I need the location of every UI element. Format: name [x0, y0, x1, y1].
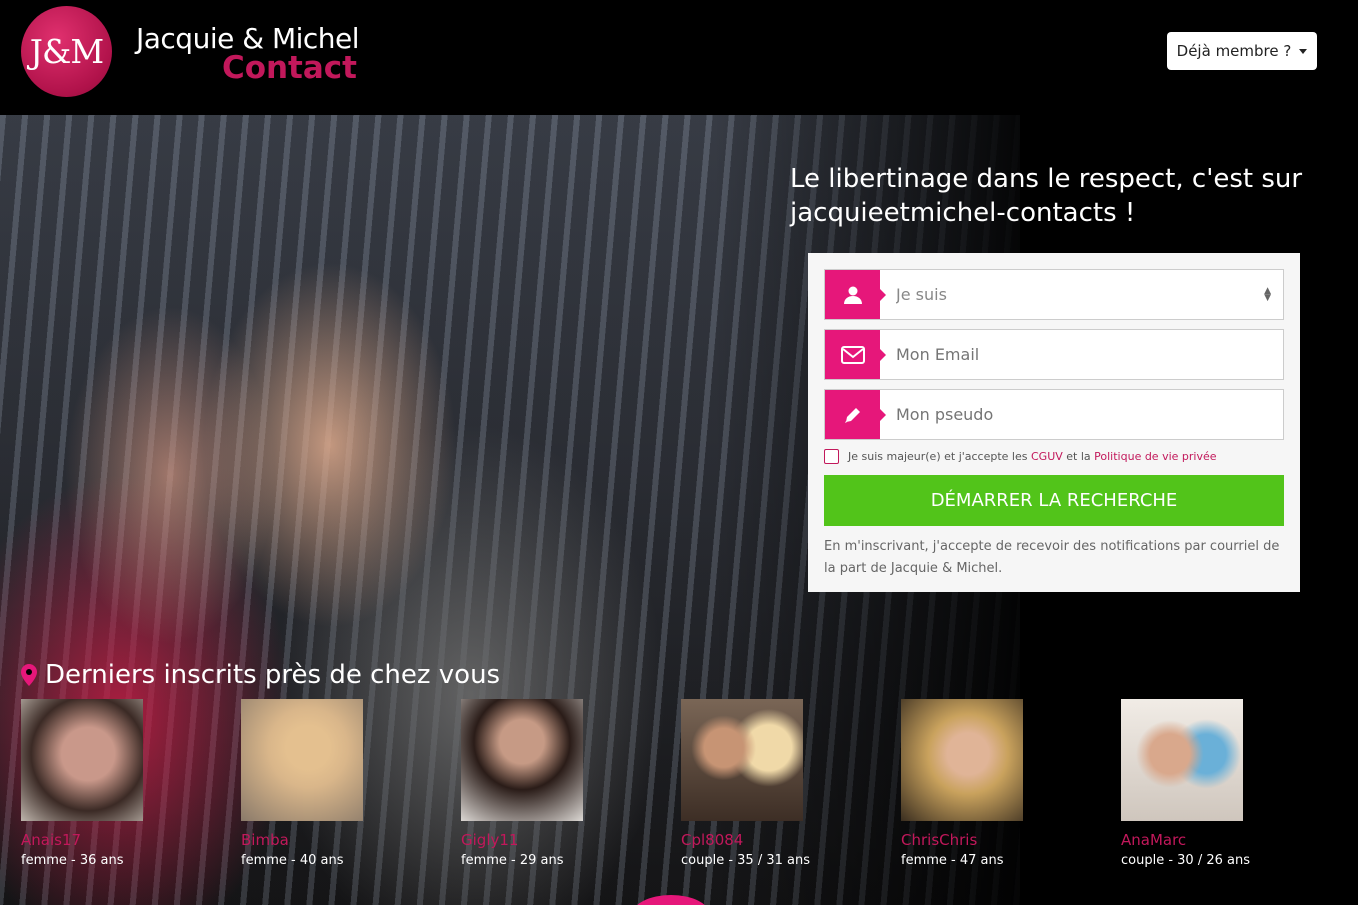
member-info: femme - 40 ans — [241, 853, 344, 868]
notification-notice: En m'inscrivant, j'accepte de recevoir d… — [824, 539, 1280, 576]
hero-section: Le libertinage dans le respect, c'est su… — [0, 115, 1358, 905]
pencil-icon — [825, 390, 886, 439]
cguv-link[interactable]: CGUV — [1031, 450, 1063, 463]
signup-form: Je suis ▲▼ Je suis majeur(e) et j'accept… — [808, 253, 1300, 592]
member-info: couple - 30 / 26 ans — [1121, 853, 1250, 868]
member-card[interactable]: ChrisChris femme - 47 ans — [901, 699, 1041, 868]
site-header: J&M Jacquie & Michel Contact Déjà membre… — [0, 0, 1358, 115]
consent-checkbox[interactable] — [824, 449, 839, 464]
gender-select[interactable]: Je suis — [880, 270, 1283, 319]
envelope-icon — [825, 330, 886, 379]
select-arrows-icon: ▲ ▼ — [1264, 286, 1271, 303]
site-logo[interactable]: J&M — [21, 6, 112, 97]
recent-members-list: Anais17 femme - 36 ans Bimba femme - 40 … — [21, 699, 1341, 879]
member-info: femme - 47 ans — [901, 853, 1004, 868]
consent-line: Je suis majeur(e) et j'accepte les CGUV … — [824, 449, 1217, 464]
pseudo-input[interactable] — [880, 390, 1283, 439]
member-name[interactable]: Anais17 — [21, 831, 161, 849]
member-photo[interactable] — [1121, 699, 1243, 821]
caret-down-icon — [1299, 48, 1308, 54]
member-name[interactable]: ChrisChris — [901, 831, 1041, 849]
member-info: femme - 29 ans — [461, 853, 564, 868]
user-icon — [825, 270, 886, 319]
pseudo-field[interactable] — [824, 389, 1284, 440]
member-name[interactable]: Cpl8084 — [681, 831, 821, 849]
gender-select-field[interactable]: Je suis ▲ ▼ — [824, 269, 1284, 320]
email-input[interactable] — [880, 330, 1283, 379]
member-card[interactable]: Cpl8084 couple - 35 / 31 ans — [681, 699, 821, 868]
member-card[interactable]: Gigly11 femme - 29 ans — [461, 699, 601, 868]
member-card[interactable]: Bimba femme - 40 ans — [241, 699, 381, 868]
member-photo[interactable] — [241, 699, 363, 821]
member-card[interactable]: Anais17 femme - 36 ans — [21, 699, 161, 868]
recent-members-title: Derniers inscrits près de chez vous — [45, 660, 501, 690]
member-info: femme - 36 ans — [21, 853, 124, 868]
member-name[interactable]: Gigly11 — [461, 831, 601, 849]
consent-text: Je suis majeur(e) et j'accepte les — [848, 450, 1028, 463]
brand-subtitle[interactable]: Contact — [222, 50, 357, 86]
member-photo[interactable] — [901, 699, 1023, 821]
member-info: couple - 35 / 31 ans — [681, 853, 810, 868]
member-card[interactable]: AnaMarc couple - 30 / 26 ans — [1121, 699, 1261, 868]
consent-mid-text: et la — [1066, 450, 1091, 463]
already-member-label: Déjà membre ? — [1176, 42, 1292, 60]
member-name[interactable]: Bimba — [241, 831, 381, 849]
already-member-dropdown[interactable]: Déjà membre ? — [1167, 32, 1317, 70]
member-photo[interactable] — [461, 699, 583, 821]
privacy-policy-link[interactable]: Politique de vie privée — [1094, 450, 1216, 463]
member-photo[interactable] — [681, 699, 803, 821]
recent-members-heading: Derniers inscrits près de chez vous — [21, 660, 500, 690]
start-search-button[interactable]: DÉMARRER LA RECHERCHE — [824, 475, 1284, 526]
hero-tagline: Le libertinage dans le respect, c'est su… — [790, 164, 1303, 228]
member-name[interactable]: AnaMarc — [1121, 831, 1261, 849]
member-photo[interactable] — [21, 699, 143, 821]
location-pin-icon — [21, 664, 37, 686]
email-field[interactable] — [824, 329, 1284, 380]
